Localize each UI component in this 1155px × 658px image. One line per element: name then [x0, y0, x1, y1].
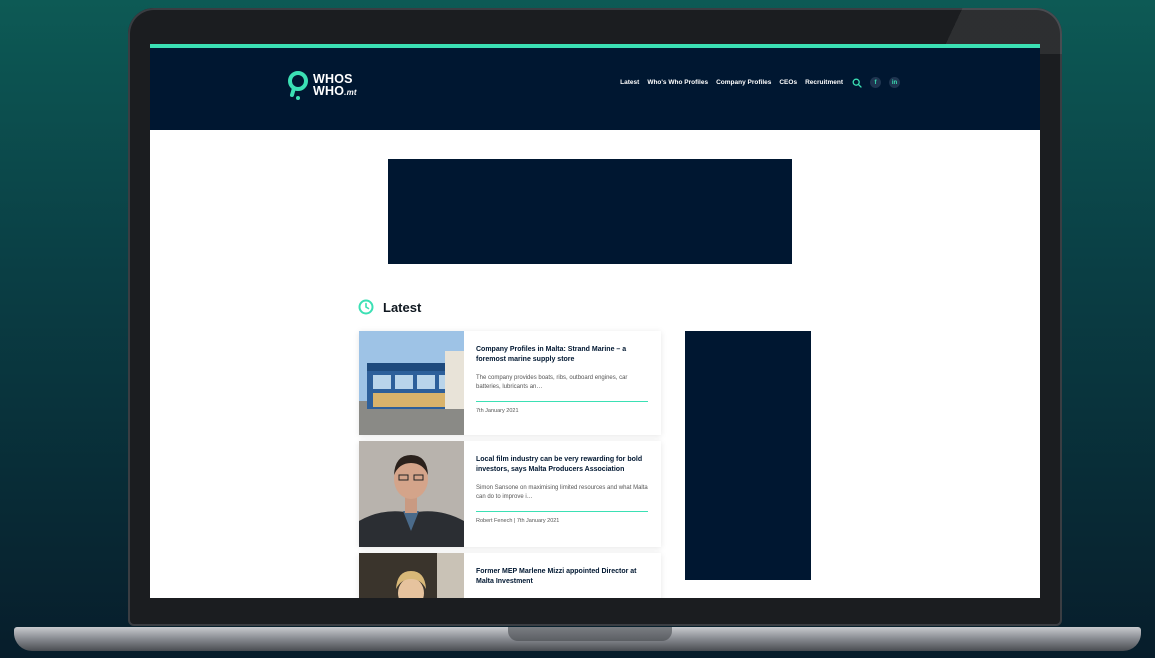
article-card[interactable]: Local film industry can be very rewardin…	[359, 441, 661, 547]
laptop-notch	[508, 627, 672, 641]
accent-divider	[476, 511, 648, 512]
clock-icon	[358, 299, 374, 315]
search-icon[interactable]	[851, 77, 862, 88]
main-nav: Latest Who's Who Profiles Company Profil…	[620, 77, 900, 88]
article-card[interactable]: Company Profiles in Malta: Strand Marine…	[359, 331, 661, 435]
accent-divider	[476, 401, 648, 402]
latest-section-heading: Latest	[358, 299, 421, 315]
facebook-icon[interactable]: f	[870, 77, 881, 88]
article-thumbnail[interactable]	[359, 331, 464, 435]
nav-whos-who-profiles[interactable]: Who's Who Profiles	[647, 79, 708, 86]
site-logo[interactable]: WHOS WHO.mt	[287, 69, 357, 103]
nav-latest[interactable]: Latest	[620, 79, 639, 86]
nav-ceos[interactable]: CEOs	[779, 79, 797, 86]
logo-mark-icon	[288, 71, 308, 100]
linkedin-icon[interactable]: in	[889, 77, 900, 88]
top-ad-banner[interactable]	[388, 159, 792, 264]
logo-suffix: .mt	[344, 88, 357, 97]
site-header: WHOS WHO.mt Latest Who's Who Profiles Co…	[150, 48, 1040, 130]
article-title[interactable]: Local film industry can be very rewardin…	[476, 455, 651, 475]
logo-line-2: WHO	[313, 84, 345, 98]
logo-wordmark: WHOS WHO.mt	[313, 73, 357, 99]
article-excerpt: Simon Sansone on maximising limited reso…	[476, 485, 648, 500]
article-title[interactable]: Company Profiles in Malta: Strand Marine…	[476, 345, 651, 365]
article-date: 7th January 2021	[476, 408, 519, 414]
article-thumbnail[interactable]	[359, 441, 464, 547]
sidebar-ad[interactable]	[685, 331, 811, 580]
article-card[interactable]: Former MEP Marlene Mizzi appointed Direc…	[359, 553, 661, 598]
nav-company-profiles[interactable]: Company Profiles	[716, 79, 771, 86]
article-thumbnail[interactable]	[359, 553, 464, 598]
article-excerpt: The company provides boats, ribs, outboa…	[476, 375, 628, 390]
nav-recruitment[interactable]: Recruitment	[805, 79, 843, 86]
article-byline: Robert Fenech | 7th January 2021	[476, 518, 560, 524]
latest-heading: Latest	[383, 299, 422, 315]
laptop-screen: WHOS WHO.mt Latest Who's Who Profiles Co…	[150, 44, 1040, 598]
article-title[interactable]: Former MEP Marlene Mizzi appointed Direc…	[476, 567, 651, 587]
